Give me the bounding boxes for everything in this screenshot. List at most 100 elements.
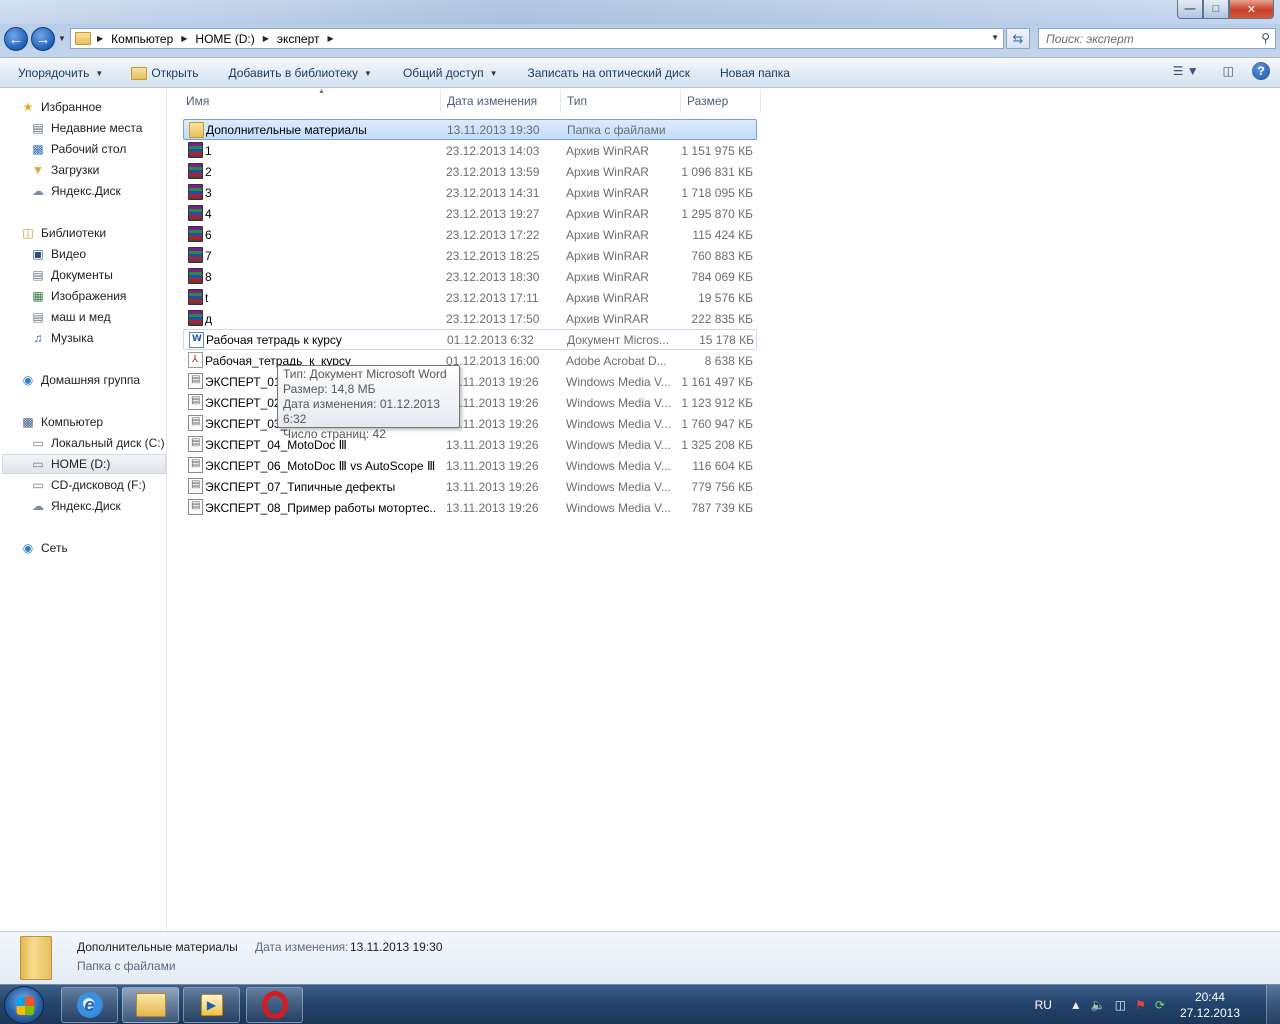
breadcrumb-chevron-icon[interactable]: ▶ — [97, 34, 103, 43]
show-hidden-icons-icon[interactable]: ▲ — [1070, 998, 1082, 1012]
network-icon: ◉ — [22, 541, 34, 555]
language-indicator[interactable]: RU — [1035, 998, 1052, 1012]
drive-icon: ▭ — [32, 436, 44, 450]
show-desktop-button[interactable] — [1266, 985, 1280, 1024]
column-header-name[interactable]: Имя ▲ — [180, 88, 441, 113]
clock[interactable]: 20:44 27.12.2013 — [1180, 989, 1240, 1021]
open-button[interactable]: Открыть — [123, 59, 206, 87]
file-row[interactable]: 8 23.12.2013 18:30 Архив WinRAR 784 069 КБ — [183, 266, 757, 287]
nav-images[interactable]: ▦ Изображения — [30, 286, 126, 306]
nav-desktop[interactable]: ▩ Рабочий стол — [30, 139, 126, 159]
file-row[interactable]: 1 23.12.2013 14:03 Архив WinRAR 1 151 975 К… — [183, 140, 757, 161]
breadcrumb-expert[interactable]: эксперт — [277, 32, 320, 46]
file-row[interactable]: 4 23.12.2013 19:27 Архив WinRAR 1 295 870 К… — [183, 203, 757, 224]
close-button[interactable]: ✕ — [1229, 0, 1274, 19]
taskbar-opera[interactable] — [246, 987, 303, 1023]
share-button[interactable]: Общий доступ ▼ — [395, 59, 506, 87]
burn-button[interactable]: Записать на оптический диск — [519, 59, 698, 87]
nav-homegroup[interactable]: ◉ Домашняя группа — [20, 370, 140, 390]
details-date-value: 13.11.2013 19:30 — [350, 940, 443, 954]
minimize-button[interactable]: — — [1177, 0, 1203, 19]
file-type: Windows Media V... — [566, 437, 671, 452]
search-box[interactable]: ⚲ — [1038, 28, 1276, 49]
nav-recent[interactable]: ▤ Недавние места — [30, 118, 142, 138]
breadcrumb-chevron-icon[interactable]: ▶ — [263, 34, 269, 43]
network-status-icon[interactable]: ◫ — [1115, 998, 1126, 1012]
action-center-icon[interactable]: ⚑ — [1135, 998, 1146, 1012]
file-type: Windows Media V... — [566, 374, 671, 389]
nav-music[interactable]: ♫ Музыка — [30, 328, 94, 348]
nav-computer[interactable]: ▩ Компьютер — [20, 412, 103, 432]
nav-mash-med[interactable]: ▤ маш и мед — [30, 307, 110, 327]
recent-pages-dropdown[interactable]: ▼ — [58, 34, 66, 43]
navigation-pane: ★ Избранное ▤ Недавние места ▩ Рабочий стол… — [0, 89, 167, 931]
file-row[interactable]: 7 23.12.2013 18:25 Архив WinRAR 760 883 КБ — [183, 245, 757, 266]
winrar-archive-icon — [188, 268, 203, 284]
chevron-down-icon: ▼ — [95, 68, 104, 78]
breadcrumb-chevron-icon[interactable]: ▶ — [328, 34, 334, 43]
file-row[interactable]: ЭКСПЕРТ_06_MotoDoc Ⅲ vs AutoScope Ⅲ 13.11… — [183, 455, 757, 476]
file-size: 784 069 КБ — [691, 269, 753, 284]
file-row[interactable]: ЭКСПЕРТ_08_Пример работы мотортес... 13.1… — [183, 497, 757, 518]
safely-remove-icon[interactable]: ⟳ — [1155, 998, 1165, 1012]
taskbar-media-player[interactable]: ▶ — [183, 987, 240, 1023]
add-to-library-button[interactable]: Добавить в библиотеку ▼ — [220, 59, 379, 87]
nav-downloads[interactable]: ▼ Загрузки — [30, 160, 99, 180]
nav-libraries[interactable]: ◫ Библиотеки — [20, 223, 106, 243]
file-row[interactable]: 6 23.12.2013 17:22 Архив WinRAR 115 424 КБ — [183, 224, 757, 245]
nav-home-d[interactable]: ▭ HOME (D:) — [2, 454, 166, 474]
help-icon[interactable]: ? — [1252, 62, 1270, 80]
address-dropdown-icon[interactable]: ▼ — [991, 33, 999, 42]
file-row[interactable]: ЭКСПЕРТ_01_13.11.2013 19:26Windows Media… — [183, 371, 757, 392]
file-row[interactable]: д 23.12.2013 17:50 Архив WinRAR 222 835 КБ — [183, 308, 757, 329]
file-list: Имя ▲ Дата изменения Тип Размер Дополнит… — [168, 88, 1280, 931]
breadcrumb-chevron-icon[interactable]: ▶ — [181, 34, 187, 43]
file-name: ЭКСПЕРТ_08_Пример работы мотортес... — [205, 500, 437, 515]
file-row[interactable]: Рабочая тетрадь к курсу 01.12.2013 6:32 До… — [183, 329, 757, 350]
file-row[interactable]: 2 23.12.2013 13:59 Архив WinRAR 1 096 831 К… — [183, 161, 757, 182]
back-button[interactable]: ← — [4, 27, 28, 51]
column-header-type[interactable]: Тип — [561, 89, 681, 113]
address-bar[interactable]: ▶ Компьютер ▶ HOME (D:) ▶ эксперт ▶ ▼ — [70, 28, 1004, 49]
file-row[interactable]: Рабочая_тетрадь_к_курсу01.12.2013 16:00A… — [183, 350, 757, 371]
nav-label: Загрузки — [51, 163, 100, 177]
file-type: Windows Media V... — [566, 395, 671, 410]
file-row[interactable]: ЭКСПЕРТ_04_MotoDoc Ⅲ13.11.2013 19:26Wind… — [183, 434, 757, 455]
nav-local-disk-c[interactable]: ▭ Локальный диск (C:) — [30, 433, 164, 453]
file-row[interactable]: ЭКСПЕРТ_07_Типичные дефекты 13.11.2013 19… — [183, 476, 757, 497]
nav-documents[interactable]: ▤ Документы — [30, 265, 113, 285]
view-controls: ☰ ▼ ◫ ? — [1173, 62, 1270, 80]
nav-cd-drive-f[interactable]: ▭ CD-дисковод (F:) — [30, 475, 145, 495]
start-button[interactable] — [4, 986, 44, 1024]
nav-video[interactable]: ▣ Видео — [30, 244, 86, 264]
new-folder-button[interactable]: Новая папка — [712, 59, 798, 87]
file-date: 23.12.2013 17:22 — [446, 227, 540, 242]
file-row[interactable]: ЭКСПЕРТ_03_13.11.2013 19:26Windows Media… — [183, 413, 757, 434]
file-size: 15 178 КБ — [699, 332, 754, 347]
refresh-button[interactable]: ⇆ — [1006, 28, 1030, 49]
column-header-date[interactable]: Дата изменения — [441, 89, 561, 113]
file-row[interactable]: 3 23.12.2013 14:31 Архив WinRAR 1 718 095 К… — [183, 182, 757, 203]
organize-button[interactable]: Упорядочить ▼ — [0, 59, 111, 87]
breadcrumb-home-d[interactable]: HOME (D:) — [195, 32, 254, 46]
search-icon[interactable]: ⚲ — [1261, 31, 1270, 45]
nav-yandex-disk[interactable]: ☁ Яндекс.Диск — [30, 181, 121, 201]
file-date: 23.12.2013 18:25 — [446, 248, 540, 263]
taskbar-windows-explorer[interactable] — [122, 987, 179, 1023]
taskbar-internet-explorer[interactable]: e — [61, 987, 118, 1023]
nav-label: Компьютер — [41, 415, 104, 429]
maximize-button[interactable]: □ — [1203, 0, 1229, 19]
nav-yandex-disk-2[interactable]: ☁ Яндекс.Диск — [30, 496, 121, 516]
file-row-selected[interactable]: Дополнительные материалы 13.11.2013 19:30… — [183, 119, 757, 140]
volume-icon[interactable]: 🔈 — [1091, 998, 1106, 1012]
column-header-size[interactable]: Размер — [681, 89, 761, 113]
search-input[interactable] — [1039, 29, 1249, 48]
file-row[interactable]: ЭКСПЕРТ_02_13.11.2013 19:26Windows Media… — [183, 392, 757, 413]
forward-button[interactable]: → — [31, 27, 55, 51]
file-row[interactable]: t 23.12.2013 17:11 Архив WinRAR 19 576 КБ — [183, 287, 757, 308]
preview-pane-icon[interactable]: ◫ — [1223, 64, 1234, 78]
change-view-icon[interactable]: ☰ ▼ — [1173, 64, 1199, 78]
nav-favorites[interactable]: ★ Избранное — [20, 97, 102, 117]
breadcrumb-computer[interactable]: Компьютер — [111, 32, 173, 46]
nav-network[interactable]: ◉ Сеть — [20, 538, 68, 558]
